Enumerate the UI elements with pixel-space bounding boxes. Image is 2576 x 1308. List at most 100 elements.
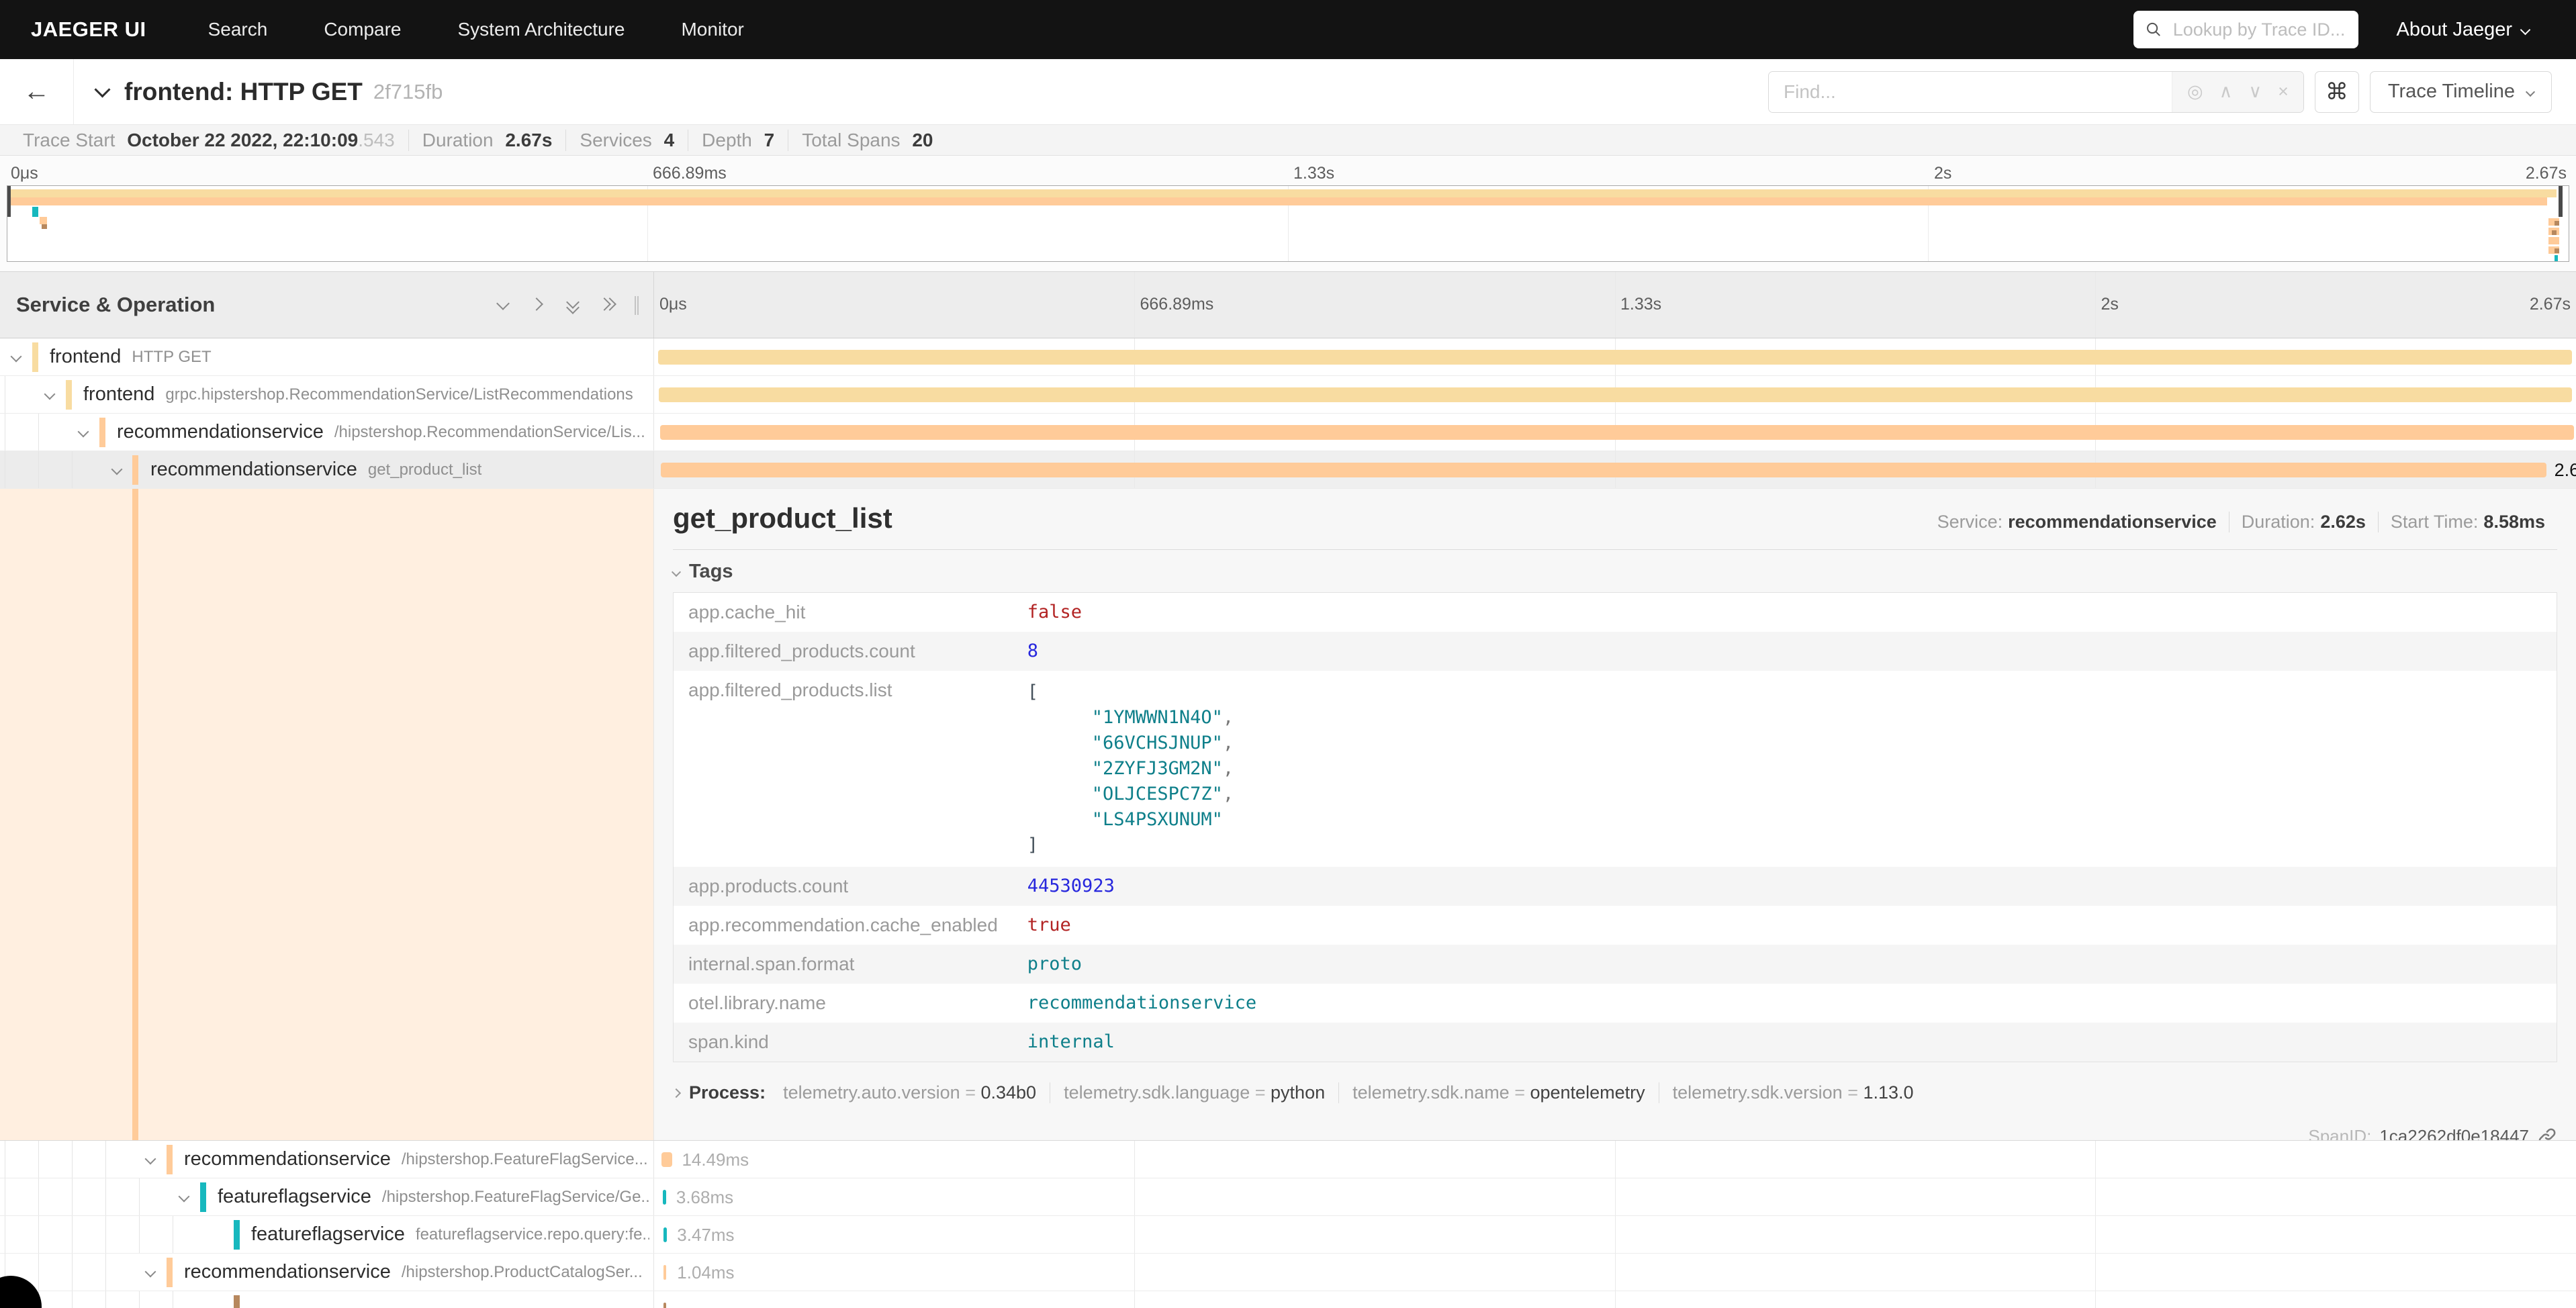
tag-value: true bbox=[1027, 915, 1071, 935]
span-timeline-cell[interactable]: 3.47ms bbox=[654, 1216, 2576, 1253]
span-timeline-cell[interactable]: 3.68ms bbox=[654, 1178, 2576, 1215]
span-timeline-cell[interactable] bbox=[654, 1291, 2576, 1308]
span-timeline-cell[interactable]: 2.62s bbox=[654, 451, 2576, 488]
process-section-toggle[interactable]: Process: telemetry.auto.version0.34b0 te… bbox=[673, 1082, 2557, 1103]
span-timeline-cell[interactable] bbox=[654, 376, 2576, 413]
tag-key: internal.span.format bbox=[674, 945, 1013, 984]
minimap-span-bar bbox=[2555, 248, 2559, 253]
nav-item-compare[interactable]: Compare bbox=[295, 19, 429, 40]
find-prev-icon[interactable]: ∧ bbox=[2219, 83, 2233, 101]
span-name-cell[interactable]: featureflagservice featureflagservice.re… bbox=[0, 1216, 654, 1253]
tag-value: 8 bbox=[1027, 641, 1038, 661]
span-row-selected[interactable]: recommendationservice get_product_list 2… bbox=[0, 451, 2576, 489]
span-row[interactable]: frontend grpc.hipstershop.Recommendation… bbox=[0, 376, 2576, 414]
jaeger-trace-page: JAEGER UI Search Compare System Architec… bbox=[0, 0, 2576, 1308]
span-timeline-cell[interactable]: 14.49ms bbox=[654, 1141, 2576, 1178]
span-duration-bar[interactable] bbox=[659, 387, 2572, 402]
json-list-item: 66VCHSJNUP bbox=[1027, 731, 2542, 756]
find-controls: ◎ ∧ ∨ × bbox=[2172, 72, 2303, 112]
span-name-cell[interactable]: recommendationservice /hipstershop.Produ… bbox=[0, 1254, 654, 1291]
span-operation: /hipstershop.ProductCatalogSer... bbox=[402, 1263, 643, 1282]
link-icon[interactable] bbox=[2537, 1127, 2557, 1141]
collapse-one-icon[interactable] bbox=[496, 297, 511, 312]
span-duration-bar[interactable] bbox=[661, 463, 2546, 477]
expand-one-icon[interactable] bbox=[531, 297, 546, 312]
span-row[interactable]: recommendationservice /hipstershop.Produ… bbox=[0, 1254, 2576, 1291]
span-name-cell[interactable]: frontend grpc.hipstershop.Recommendation… bbox=[0, 376, 654, 413]
span-duration-bar[interactable] bbox=[658, 350, 2573, 365]
span-name-cell[interactable] bbox=[0, 1291, 654, 1308]
span-service: recommendationservice bbox=[184, 1261, 391, 1283]
span-row[interactable]: recommendationservice /hipstershop.Featu… bbox=[0, 1141, 2576, 1178]
span-detail-title: get_product_list bbox=[673, 502, 1925, 534]
tag-row: app.filtered_products.count 8 bbox=[674, 632, 2557, 671]
find-input[interactable] bbox=[1769, 72, 2172, 112]
tags-section-toggle[interactable]: Tags bbox=[673, 561, 2557, 583]
collapse-trace-chevron-icon[interactable] bbox=[94, 81, 110, 97]
locate-icon[interactable]: ◎ bbox=[2187, 83, 2203, 101]
expand-collapse-controls bbox=[496, 297, 616, 312]
tag-value: internal bbox=[1027, 1031, 1115, 1052]
span-name-cell[interactable]: featureflagservice /hipstershop.FeatureF… bbox=[0, 1178, 654, 1215]
span-duration-bar[interactable] bbox=[661, 1152, 672, 1167]
span-name-cell[interactable]: recommendationservice get_product_list bbox=[0, 451, 654, 488]
span-row[interactable]: frontend HTTP GET bbox=[0, 338, 2576, 376]
span-row[interactable]: featureflagservice featureflagservice.re… bbox=[0, 1216, 2576, 1254]
span-duration-bar[interactable] bbox=[660, 425, 2575, 440]
column-resize-grip[interactable] bbox=[635, 296, 639, 315]
about-jaeger-menu[interactable]: About Jaeger bbox=[2396, 19, 2529, 41]
span-service-meta: Service:recommendationservice bbox=[1925, 512, 2229, 532]
minimap-drag-handle-right[interactable] bbox=[2559, 186, 2563, 217]
span-duration-bar[interactable] bbox=[663, 1227, 667, 1242]
trace-depth: Depth 7 bbox=[688, 130, 788, 151]
back-button[interactable]: ← bbox=[0, 59, 74, 124]
minimap-drag-handle-left[interactable] bbox=[7, 186, 11, 217]
span-name-cell[interactable]: recommendationservice /hipstershop.Recom… bbox=[0, 414, 654, 451]
span-row[interactable]: featureflagservice /hipstershop.FeatureF… bbox=[0, 1178, 2576, 1216]
minimap-span-bar bbox=[2552, 230, 2557, 235]
search-icon bbox=[2146, 20, 2162, 39]
span-timeline-cell[interactable] bbox=[654, 338, 2576, 375]
span-row[interactable]: recommendationservice /hipstershop.Recom… bbox=[0, 414, 2576, 451]
span-service: frontend bbox=[50, 346, 121, 368]
trace-lookup-search[interactable] bbox=[2133, 11, 2358, 48]
find-clear-icon[interactable]: × bbox=[2278, 83, 2289, 101]
span-duration-bar[interactable] bbox=[663, 1265, 666, 1280]
trace-services: Services 4 bbox=[565, 130, 688, 151]
span-duration-bar[interactable] bbox=[663, 1190, 666, 1205]
tag-key: app.products.count bbox=[674, 867, 1013, 906]
span-name-cell[interactable]: frontend HTTP GET bbox=[0, 338, 654, 375]
span-duration-label: 14.49ms bbox=[682, 1150, 749, 1170]
tags-table: app.cache_hit false app.filtered_product… bbox=[673, 592, 2557, 1062]
nav-item-monitor[interactable]: Monitor bbox=[653, 19, 772, 40]
span-name-cell[interactable]: recommendationservice /hipstershop.Featu… bbox=[0, 1141, 654, 1178]
nav-item-system-architecture[interactable]: System Architecture bbox=[430, 19, 653, 40]
span-id-row: SpanID: 1ca2262df0e18447 bbox=[673, 1126, 2557, 1140]
expand-all-icon[interactable] bbox=[601, 297, 616, 312]
span-timeline-cell[interactable]: 1.04ms bbox=[654, 1254, 2576, 1291]
nav-item-search[interactable]: Search bbox=[180, 19, 296, 40]
trace-view-selector[interactable]: Trace Timeline bbox=[2370, 71, 2552, 113]
tags-section-label: Tags bbox=[689, 561, 733, 583]
span-duration-bar[interactable] bbox=[663, 1303, 666, 1308]
tick-label: 1.33s bbox=[1620, 295, 1661, 314]
keyboard-shortcuts-button[interactable]: ⌘ bbox=[2315, 71, 2359, 113]
chevron-right-icon bbox=[672, 1088, 681, 1097]
tick-label: 2.67s bbox=[2530, 295, 2571, 314]
span-duration-label: 3.47ms bbox=[677, 1225, 734, 1246]
process-item: telemetry.sdk.nameopentelemetry bbox=[1338, 1082, 1658, 1103]
tag-row: internal.span.format proto bbox=[674, 945, 2557, 984]
trace-summary-bar: Trace Start October 22 2022, 22:10:09.54… bbox=[0, 124, 2576, 156]
minimap-canvas[interactable] bbox=[7, 185, 2569, 262]
span-row-partial[interactable] bbox=[0, 1291, 2576, 1308]
trace-lookup-input[interactable] bbox=[2173, 19, 2347, 40]
minimap-span-bar bbox=[2548, 237, 2559, 244]
app-logo[interactable]: JAEGER UI bbox=[31, 17, 146, 42]
span-timeline-cell[interactable] bbox=[654, 414, 2576, 451]
back-arrow-icon: ← bbox=[24, 77, 50, 107]
span-service: featureflagservice bbox=[251, 1223, 405, 1246]
collapse-all-icon[interactable] bbox=[566, 297, 581, 312]
find-next-icon[interactable]: ∨ bbox=[2248, 83, 2262, 101]
chevron-down-icon bbox=[2520, 24, 2531, 35]
find-group: ◎ ∧ ∨ × bbox=[1768, 71, 2304, 113]
